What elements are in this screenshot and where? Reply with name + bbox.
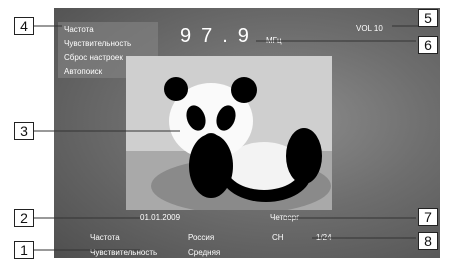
callout-7: 7 xyxy=(418,208,438,226)
callout-lines xyxy=(34,25,418,251)
callout-2: 2 xyxy=(14,209,34,227)
callout-4: 4 xyxy=(14,17,34,35)
callout-5: 5 xyxy=(418,9,438,27)
callout-8: 8 xyxy=(418,232,438,250)
callout-3: 3 xyxy=(14,122,34,140)
callout-6: 6 xyxy=(418,36,438,54)
callout-1: 1 xyxy=(14,241,34,259)
